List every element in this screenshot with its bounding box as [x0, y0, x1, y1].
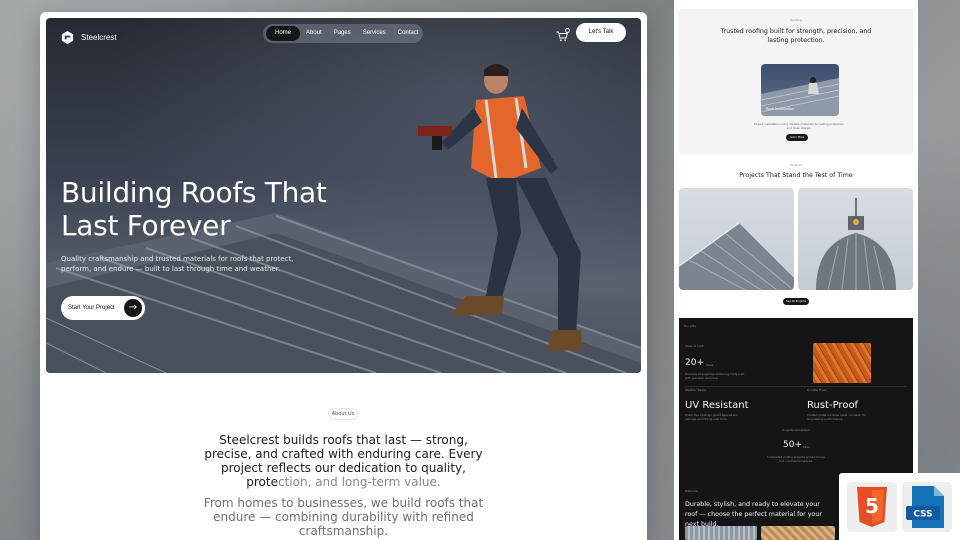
tech-badges: 5 CSS: [839, 473, 960, 540]
services-learn-more-button[interactable]: Learn More: [786, 134, 808, 141]
stat1-value: 20+: [685, 358, 704, 368]
page-sections-preview: Roofing Trusted roofing built for streng…: [674, 0, 918, 540]
css-file-icon: CSS: [906, 486, 944, 528]
benefits-divider: [685, 386, 907, 387]
nav-menu: Home About Pages Services Contact: [263, 24, 423, 43]
cart-count-badge: [565, 28, 570, 33]
project-roof-photo: [679, 222, 794, 290]
materials-tag: Materials: [685, 489, 698, 493]
nav-link-contact[interactable]: Contact: [392, 26, 425, 41]
project-dome-photo: [816, 198, 896, 290]
roof-installation-label: Roof Installation: [766, 107, 795, 111]
landing-page-preview: Steelcrest Home About Pages Services Con…: [40, 12, 647, 540]
logo[interactable]: Steelcrest: [60, 30, 117, 45]
svg-text:5: 5: [865, 494, 879, 518]
nav-link-home[interactable]: Home: [266, 26, 301, 41]
about-badge: About Us: [328, 408, 358, 420]
stat2-label: Projects Completed: [782, 428, 810, 432]
see-all-projects-button[interactable]: See All Projects: [783, 298, 809, 305]
stat2-unit: Sites: [803, 445, 810, 449]
hero-subtitle: Quality craftsmanship and trusted materi…: [61, 255, 294, 273]
hero-section: Steelcrest Home About Pages Services Con…: [46, 18, 641, 373]
projects-eyebrow: Projects: [790, 163, 802, 167]
start-project-button[interactable]: Start Your Project →: [61, 296, 145, 320]
stat2-desc: Completed roofing projects across homes …: [766, 455, 826, 463]
nav-link-pages[interactable]: Pages: [328, 26, 357, 41]
services-section: Roofing Trusted roofing built for streng…: [679, 9, 913, 154]
material-strip-wood: [761, 526, 835, 540]
arrow-right-icon: →: [124, 299, 142, 317]
stat2-value: 50+: [783, 440, 802, 450]
html5-badge: 5: [847, 482, 897, 532]
rust-label: Durable Finish: [807, 388, 827, 392]
html5-icon: 5: [857, 487, 887, 527]
benefits-tag: Benefits: [684, 324, 697, 328]
hero-title: Building Roofs That Last Forever: [61, 176, 327, 242]
stat1-unit: Years: [706, 363, 714, 367]
services-title: Trusted roofing built for strength, prec…: [720, 28, 872, 44]
nav-link-services[interactable]: Services: [357, 26, 392, 41]
rust-title: Rust-Proof: [807, 400, 859, 411]
project-card-dome[interactable]: [798, 188, 913, 290]
uv-label: Weather Ready: [685, 388, 707, 392]
start-project-label: Start Your Project: [68, 305, 115, 311]
rust-desc: Treated metal surfaces resist corrosion …: [807, 413, 866, 421]
roof-installation-image[interactable]: Roof Installation: [761, 64, 839, 116]
uv-desc: Protective coatings guard against sun da…: [685, 413, 738, 421]
about-text: Steelcrest builds roofs that last — stro…: [200, 433, 487, 489]
project-card-roof[interactable]: [679, 188, 794, 290]
css-label: CSS: [913, 510, 932, 520]
projects-title: Projects That Stand the Test of Time: [739, 172, 853, 179]
about-text-fade: ction, and long-term value.: [277, 475, 441, 489]
services-description: Expert installation using durable materi…: [754, 122, 844, 130]
lets-talk-button[interactable]: Let's Talk: [576, 23, 626, 42]
uv-title: UV Resistant: [685, 400, 749, 411]
brand-name: Steelcrest: [81, 33, 117, 42]
material-strip-metal: [685, 526, 757, 540]
services-eyebrow: Roofing: [790, 18, 802, 22]
stat1-desc: Decades of expertise delivering roofs bu…: [685, 372, 745, 380]
nav-link-about[interactable]: About: [300, 26, 328, 41]
logo-mark-icon: [61, 30, 74, 45]
about-text-secondary: From homes to businesses, we build roofs…: [203, 496, 484, 538]
stat1-label: Years of Craft: [685, 344, 704, 348]
top-nav: Steelcrest Home About Pages Services Con…: [46, 18, 641, 58]
orange-tiles-image: [813, 343, 871, 383]
css-badge: CSS: [902, 482, 952, 532]
